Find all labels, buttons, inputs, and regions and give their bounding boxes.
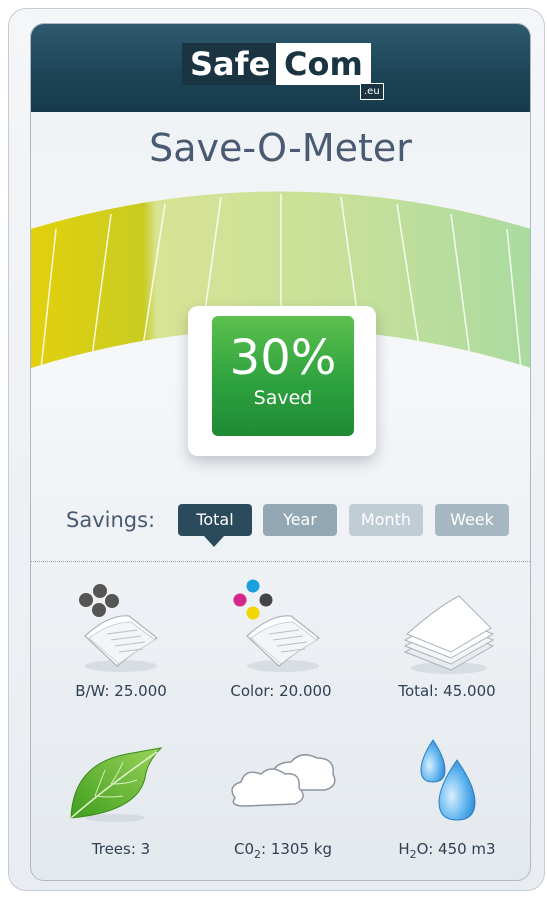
meter-value-box: 30% Saved xyxy=(212,316,354,436)
logo-safe-text: Safe xyxy=(182,43,279,85)
water-drop-icon xyxy=(420,739,476,821)
tab-month[interactable]: Month xyxy=(349,504,423,536)
page-title: Save-O-Meter xyxy=(149,126,412,170)
co2-prefix: C0 xyxy=(233,840,255,858)
savings-label: Savings: xyxy=(66,508,156,532)
leaf-icon xyxy=(70,747,163,822)
h2o-value: O: 450 m3 xyxy=(416,840,496,858)
cloud-icon xyxy=(231,754,336,807)
co2-amount: C02: 1305 kg xyxy=(203,840,363,861)
total-count: Total: 45.000 xyxy=(398,682,496,700)
h2o-subscript: 2 xyxy=(409,848,417,861)
trees-count: Trees: 3 xyxy=(91,840,151,858)
tab-total[interactable]: Total xyxy=(178,504,252,536)
h2o-prefix: H xyxy=(398,840,410,858)
save-o-meter-widget: Safe Com .eu Save-O-Meter 30% Saved Savi… xyxy=(30,23,531,881)
tab-week[interactable]: Week xyxy=(435,504,509,536)
logo-com-text: Com xyxy=(276,43,371,85)
co2-value: : 1305 kg xyxy=(261,840,332,858)
color-count: Color: 20.000 xyxy=(230,682,332,700)
tab-year[interactable]: Year xyxy=(263,504,337,536)
paper-stack-icon xyxy=(403,595,495,674)
meter-percent: 30% xyxy=(229,330,337,386)
meter-label: Saved xyxy=(253,387,313,409)
bw-count: B/W: 25.000 xyxy=(75,682,167,700)
color-print-icon xyxy=(233,579,321,672)
bw-print-icon xyxy=(79,584,159,672)
section-divider xyxy=(31,561,530,562)
h2o-amount: H2O: 450 m3 xyxy=(367,840,527,861)
header-bar: Safe Com .eu xyxy=(31,24,530,112)
savings-meter: 30% Saved xyxy=(188,306,376,456)
co2-subscript: 2 xyxy=(254,848,262,861)
active-tab-pointer xyxy=(204,536,224,547)
logo-eu-text: .eu xyxy=(360,83,384,100)
